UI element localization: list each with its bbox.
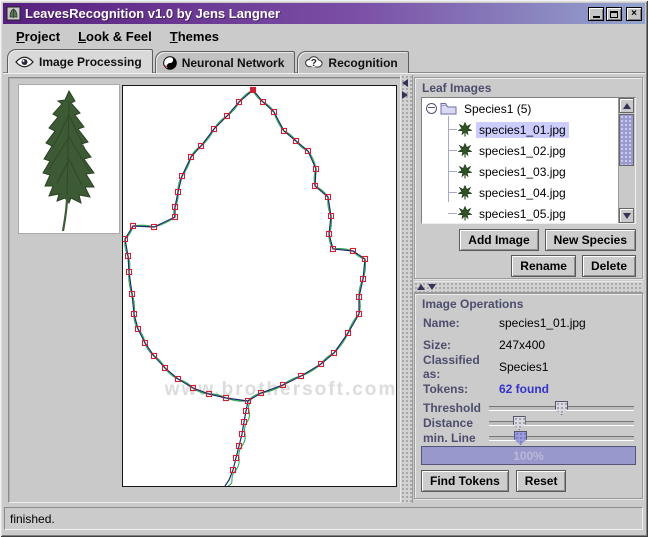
tab-label: Recognition [328,56,397,70]
tab-content-image-processing: www.brothersoft.com Leaf Images [3,72,645,505]
slider-label: Threshold [423,401,481,415]
scrollbar-thumb[interactable] [619,114,634,166]
tree-item-label: species1_01.jpg [476,122,569,138]
leaf-icon [458,206,476,221]
slider-track[interactable] [489,421,634,426]
new-species-button[interactable]: New Species [545,229,636,251]
splitter-collapse-up-icon[interactable] [417,284,425,290]
find-tokens-button[interactable]: Find Tokens [421,470,509,492]
tab-neuronal-network[interactable]: Neuronal Network [155,51,296,73]
tree-expand-handle-icon[interactable] [426,103,437,114]
tab-label: Neuronal Network [182,56,285,70]
slider-thumb[interactable] [514,431,527,445]
splitter-collapse-down-icon[interactable] [428,284,436,290]
field-value: 247x400 [499,338,545,352]
field-label: Classified as: [423,353,499,381]
leaf-images-title: Leaf Images [422,81,642,95]
slider-threshold: Threshold [423,401,636,416]
window-title: LeavesRecognition v1.0 by Jens Langner [25,6,280,21]
tree-scrollbar[interactable] [618,98,635,223]
menu-item-themes[interactable]: Themes [163,27,226,46]
svg-text:?: ? [311,58,317,69]
yinyang-icon [163,56,177,70]
field-label: Tokens: [423,382,499,396]
tokens-count-value: 62 found [499,382,549,396]
tree-root-species1[interactable]: Species1 (5) [422,98,619,119]
slider-distance: Distance [423,416,636,431]
status-text: finished. [10,512,55,526]
tree-item-species1_01-jpg[interactable]: species1_01.jpg [422,119,619,140]
tree-item-species1_03-jpg[interactable]: species1_03.jpg [422,161,619,182]
maximize-button[interactable] [606,7,622,21]
tab-image-processing[interactable]: Image Processing [7,49,153,73]
contour-green [125,90,366,401]
leaf-icon [458,143,476,158]
tree-item-species1_04-jpg[interactable]: species1_04.jpg [422,182,619,203]
slider-thumb[interactable] [555,401,568,415]
horizontal-splitter[interactable] [414,281,643,293]
leaf-icon [458,185,476,200]
tree-item-label: species1_02.jpg [476,143,569,159]
token-polyline [125,90,365,401]
field-label: Name: [423,316,499,330]
tab-strip: Image Processing Neuronal Network [7,50,411,73]
tree-root-label: Species1 (5) [461,101,534,117]
field-value: species1_01.jpg [499,316,586,330]
folder-icon [440,102,457,115]
tree-item-species1_02-jpg[interactable]: species1_02.jpg [422,140,619,161]
token-marker [251,88,256,93]
image-operations-title: Image Operations [422,297,642,311]
delete-button[interactable]: Delete [582,255,636,277]
rename-button[interactable]: Rename [511,255,576,277]
field-value: Species1 [499,360,548,374]
slider-track[interactable] [489,436,634,441]
reset-button[interactable]: Reset [516,470,567,492]
tab-label: Image Processing [39,55,142,69]
minimize-button[interactable] [588,7,604,21]
app-window: LeavesRecognition v1.0 by Jens Langner ×… [0,0,648,537]
field-name: Name: species1_01.jpg [423,312,636,334]
image-panel: www.brothersoft.com [8,77,402,503]
leaf-thumbnail [18,84,120,234]
progress-bar: 100% [421,446,636,465]
menu-bar: ProjectLook & FeelThemes [4,26,648,47]
question-cloud-icon: ? [305,56,323,69]
tree-item-label: species1_03.jpg [476,164,569,180]
scroll-down-button[interactable] [619,208,634,223]
splitter-collapse-right-icon[interactable] [402,91,408,99]
leaf-images-group: Leaf Images Species1 (5) species1_01 [414,77,643,279]
leaf-icon [458,122,476,137]
slider-thumb[interactable] [513,416,526,430]
splitter-collapse-left-icon[interactable] [402,79,408,87]
leaf-images-tree[interactable]: Species1 (5) species1_01.jpg species1_02.… [421,97,636,224]
close-button[interactable]: × [626,7,642,21]
field-label: Size: [423,338,499,352]
title-bar[interactable]: LeavesRecognition v1.0 by Jens Langner × [3,3,645,24]
image-info-fields: Name: species1_01.jpg Size: 247x400 Clas… [423,312,636,400]
menu-item-project[interactable]: Project [9,27,67,46]
add-image-button[interactable]: Add Image [459,229,538,251]
tree-item-label: species1_04.jpg [476,185,569,201]
slider-label: Distance [423,416,473,430]
status-bar: finished. [4,507,643,530]
menu-item-look-feel[interactable]: Look & Feel [71,27,159,46]
sliders-section: ThresholdDistancemin. Line [423,401,636,446]
app-icon [6,6,21,21]
progress-label: 100% [513,449,544,463]
field-tokens: Tokens: 62 found [423,378,636,400]
eye-icon [15,56,34,68]
image-operations-group: Image Operations Name: species1_01.jpg S… [414,293,643,499]
token-canvas[interactable]: www.brothersoft.com [122,85,397,487]
tree-item-label: species1_05.jpg [476,206,569,222]
right-panel: Leaf Images Species1 (5) species1_01 [412,73,645,503]
leaf-icon [458,164,476,179]
slider-min-line: min. Line [423,431,636,446]
slider-label: min. Line [423,431,476,445]
tree-item-species1_05-jpg[interactable]: species1_05.jpg [422,203,619,224]
tab-recognition[interactable]: ? Recognition [297,51,408,73]
field-classified-as: Classified as: Species1 [423,356,636,378]
scroll-up-button[interactable] [619,98,634,113]
